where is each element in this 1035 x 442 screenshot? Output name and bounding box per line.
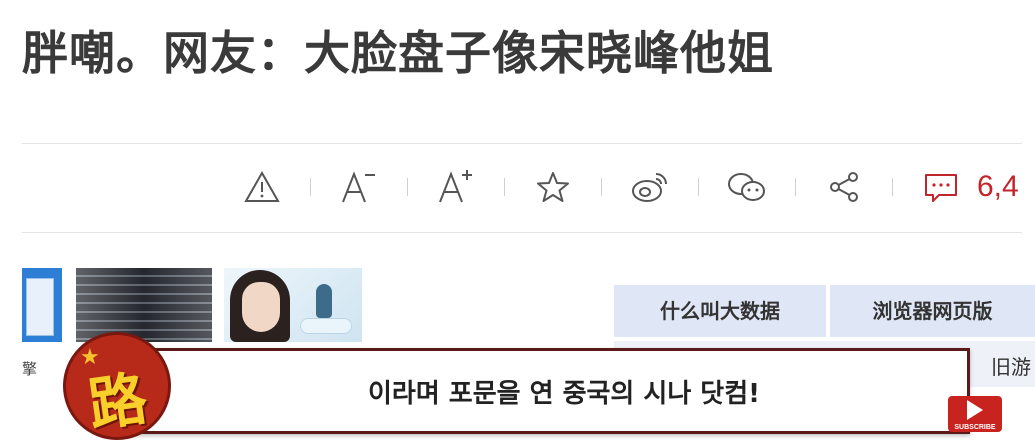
logo-character: 路	[84, 364, 152, 440]
thumbnail-hand	[300, 318, 352, 334]
toolbar-separator	[310, 178, 311, 196]
hot-search-item[interactable]: 旧游	[991, 351, 1031, 380]
toolbar-separator	[407, 178, 408, 196]
toolbar-separator	[698, 178, 699, 196]
divider-top	[22, 143, 1022, 144]
toolbar-separator	[892, 178, 893, 196]
related-thumbnail-woman[interactable]	[224, 268, 362, 342]
font-decrease-button[interactable]	[337, 165, 381, 209]
article-headline: 胖嘲。网友：大脸盘子像宋晓峰他姐	[22, 26, 774, 80]
toolbar-separator	[504, 178, 505, 196]
comments-button[interactable]	[919, 165, 963, 209]
divider-bottom	[22, 232, 1022, 233]
article-toolbar: 6,4	[240, 162, 1035, 212]
comment-count[interactable]: 6,4	[977, 165, 1019, 209]
thumbnail-robot	[316, 284, 332, 318]
thumbnail-shade	[76, 268, 212, 342]
share-icon	[830, 172, 858, 202]
thumbnail-graphic	[26, 278, 54, 336]
share-weibo-button[interactable]	[628, 165, 672, 209]
video-subtitle: 이라며 포문을 연 중국의 시나 닷컴!	[368, 378, 760, 409]
related-thumbnail-1[interactable]	[22, 268, 62, 342]
font-increase-button[interactable]	[434, 165, 478, 209]
favorite-button[interactable]	[531, 165, 575, 209]
video-subtitle-bar: 이라며 포문을 연 중국의 시나 닷컴!	[118, 348, 970, 434]
thumbnail-caption[interactable]: 擎	[22, 358, 37, 379]
warning-icon	[244, 170, 280, 202]
wechat-icon	[728, 173, 765, 201]
hot-search-item[interactable]: 什么叫大数据	[614, 285, 826, 337]
related-thumbnail-servers[interactable]	[76, 268, 212, 342]
font-increase-icon	[439, 170, 472, 203]
toolbar-separator	[601, 178, 602, 196]
weibo-icon	[632, 173, 667, 202]
subscribe-button[interactable]: SUBSCRIBE	[948, 396, 1002, 432]
share-button[interactable]	[822, 165, 866, 209]
report-warning-button[interactable]	[240, 165, 284, 209]
share-wechat-button[interactable]	[725, 165, 769, 209]
channel-logo: ★ 路	[63, 332, 171, 440]
star-icon	[537, 172, 569, 202]
thumbnail-face	[242, 282, 280, 332]
play-icon	[967, 400, 983, 420]
font-decrease-icon	[342, 171, 375, 203]
comment-icon	[925, 174, 957, 202]
toolbar-separator	[795, 178, 796, 196]
hot-search-item[interactable]: 浏览器网页版	[830, 285, 1035, 337]
subscribe-label: SUBSCRIBE	[954, 424, 996, 431]
